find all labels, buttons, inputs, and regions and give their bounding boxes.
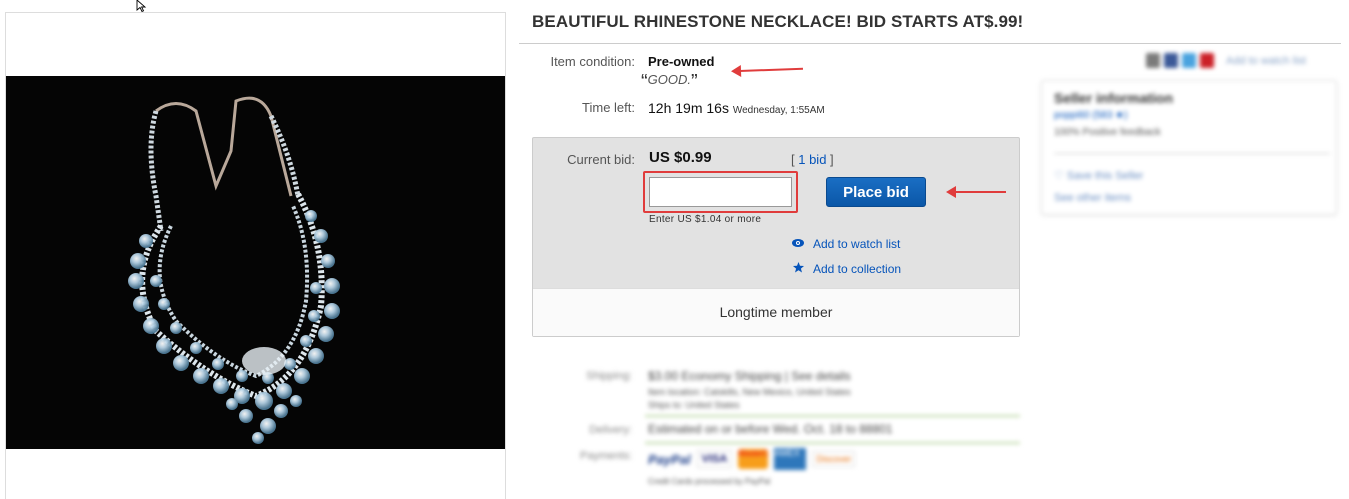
seller-feedback: 100% Positive feedback bbox=[1054, 127, 1161, 138]
pointer-cursor-icon bbox=[136, 0, 147, 12]
item-location: Item location: Catskills, New Mexico, Un… bbox=[648, 387, 851, 397]
ships-to: Ships to: United States bbox=[648, 400, 740, 410]
collection-label: Add to collection bbox=[813, 262, 902, 276]
current-bid-label: Current bid: bbox=[567, 152, 635, 167]
bid-count-link[interactable]: 1 bid bbox=[798, 152, 826, 167]
open-quote: “ bbox=[641, 71, 648, 93]
seller-divider bbox=[1054, 153, 1330, 154]
bid-amount-input[interactable] bbox=[649, 177, 792, 207]
watch-list-label: Add to watch list bbox=[813, 237, 901, 251]
share-watch-link[interactable]: Add to watch list bbox=[1226, 55, 1306, 67]
shipping-value: $3.00 Economy Shipping | See details bbox=[648, 369, 851, 383]
condition-value: Pre-owned bbox=[648, 54, 715, 69]
visa-logo: VISA bbox=[696, 450, 733, 468]
seller-info-card: Seller information poppi60 (583 ★) 100% … bbox=[1041, 80, 1337, 215]
bid-input-highlight bbox=[643, 171, 798, 213]
condition-label: Item condition: bbox=[550, 54, 635, 69]
add-to-collection-link[interactable]: Add to collection bbox=[791, 262, 901, 276]
time-left-label: Time left: bbox=[582, 100, 635, 115]
place-bid-button[interactable]: Place bid bbox=[826, 177, 926, 207]
annotation-arrow-condition bbox=[732, 67, 804, 73]
product-image[interactable] bbox=[6, 76, 505, 449]
shipping-label: Shipping: bbox=[586, 370, 632, 382]
bid-hint: Enter US $1.04 or more bbox=[649, 214, 762, 225]
current-bid-price: US $0.99 bbox=[649, 149, 712, 166]
item-title: BEAUTIFUL RHINESTONE NECKLACE! BID START… bbox=[532, 12, 1024, 31]
delivery-label: Delivery: bbox=[589, 424, 632, 436]
payments-label: Payments: bbox=[580, 450, 632, 462]
condition-note-text: GOOD. bbox=[647, 72, 692, 87]
annotation-arrow-bid bbox=[946, 186, 1006, 198]
condition-note: “GOOD.” bbox=[641, 71, 698, 94]
delivery-divider bbox=[645, 442, 1020, 444]
title-divider bbox=[519, 43, 1341, 44]
shipping-section: Shipping: $3.00 Economy Shipping | See d… bbox=[540, 360, 1020, 499]
mastercard-logo: MasterCard bbox=[738, 449, 769, 469]
eye-icon bbox=[791, 238, 805, 250]
paypal-logo: PayPal bbox=[648, 451, 691, 467]
payments-note: Credit Cards processed by PayPal bbox=[648, 477, 771, 486]
payment-methods: PayPal VISA MasterCard AMEX Discover bbox=[648, 448, 856, 470]
facebook-share-icon[interactable] bbox=[1164, 53, 1178, 68]
time-remaining: 12h 19m 16s bbox=[648, 100, 729, 116]
share-bar: Add to watch list bbox=[1146, 53, 1306, 68]
bid-count-close: ] bbox=[826, 152, 834, 167]
add-to-watch-list-link[interactable]: Add to watch list bbox=[791, 237, 900, 251]
close-quote: ” bbox=[691, 71, 698, 93]
delivery-value: Estimated on or before Wed. Oct. 18 to 8… bbox=[648, 422, 893, 436]
bid-count: [ 1 bid ] bbox=[791, 152, 834, 167]
bid-box: Current bid: US $0.99 [ 1 bid ] Place bi… bbox=[532, 137, 1020, 337]
pinterest-share-icon[interactable] bbox=[1200, 53, 1214, 68]
star-icon bbox=[791, 262, 805, 276]
product-image-panel[interactable] bbox=[5, 12, 506, 499]
time-left-value: 12h 19m 16s Wednesday, 1:55AM bbox=[648, 100, 825, 116]
amex-logo: AMEX bbox=[774, 448, 807, 470]
twitter-share-icon[interactable] bbox=[1182, 53, 1196, 68]
longtime-member-banner: Longtime member bbox=[533, 288, 1019, 336]
seller-heading: Seller information bbox=[1054, 90, 1174, 106]
email-share-icon[interactable] bbox=[1146, 53, 1160, 68]
save-seller-label: Save this Seller bbox=[1066, 170, 1144, 182]
end-time: Wednesday, 1:55AM bbox=[732, 105, 825, 116]
see-other-items-link[interactable]: See other items bbox=[1054, 192, 1131, 204]
discover-logo: Discover bbox=[812, 451, 856, 467]
seller-username[interactable]: poppi60 (583 ★) bbox=[1054, 110, 1127, 121]
shipping-divider bbox=[645, 415, 1020, 417]
save-seller-link[interactable]: ♡ Save this Seller bbox=[1054, 169, 1143, 182]
